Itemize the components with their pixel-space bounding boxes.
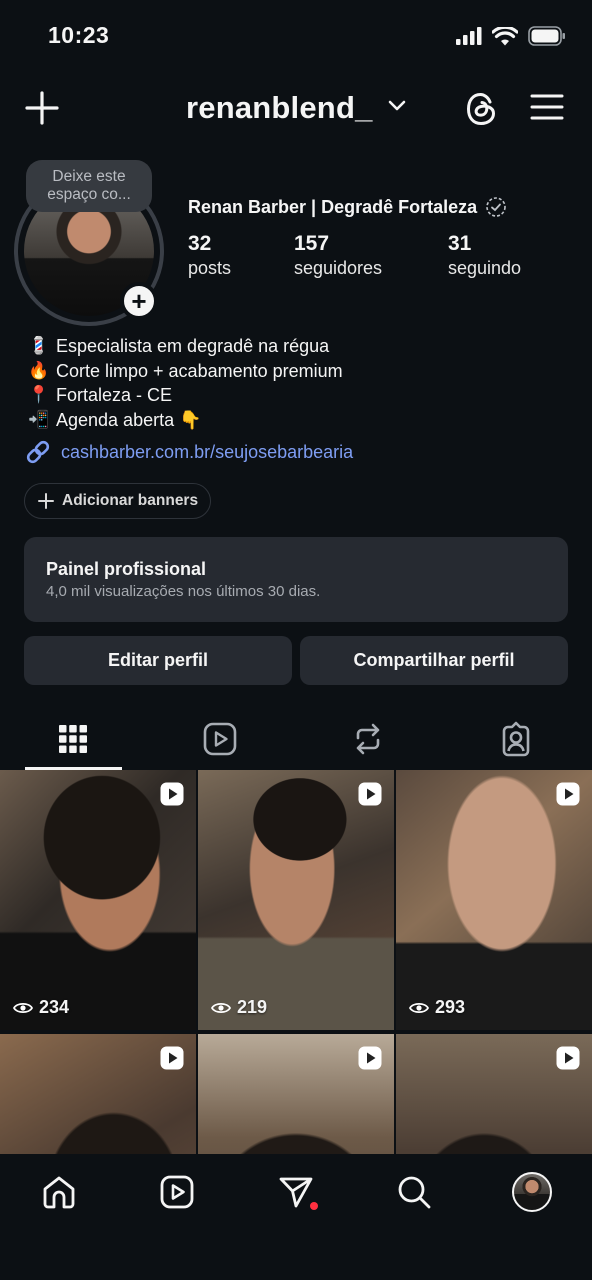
- tab-tagged[interactable]: [468, 710, 564, 768]
- bottom-nav: [0, 1154, 592, 1280]
- status-bar: 10:23: [0, 0, 592, 76]
- reel-indicator-icon: [556, 782, 580, 806]
- profile-link-text: cashbarber.com.br/seujosebarbearia: [61, 441, 354, 462]
- eye-icon: [409, 1002, 429, 1013]
- stat-posts-label: posts: [188, 258, 232, 278]
- add-banners-button[interactable]: Adicionar banners: [24, 483, 211, 519]
- bio-emoji: 🔥: [28, 360, 50, 380]
- grid-icon: [59, 725, 87, 753]
- note-bubble[interactable]: Deixe este espaço co...: [26, 160, 152, 212]
- post-views-count: 219: [237, 997, 268, 1017]
- plus-icon: [38, 493, 54, 509]
- bio-text: Agenda aberta 👇: [56, 409, 202, 430]
- status-time: 10:23: [48, 22, 110, 48]
- professional-dashboard[interactable]: Painel profissional 4,0 mil visualizaçõe…: [24, 537, 568, 622]
- direct-icon: [279, 1177, 313, 1208]
- menu-icon[interactable]: [530, 92, 564, 122]
- reposts-icon: [356, 723, 380, 755]
- notification-dot: [310, 1202, 318, 1210]
- bio-text: Corte limpo + acabamento premium: [56, 360, 343, 381]
- eye-icon: [13, 1002, 33, 1013]
- tab-reels[interactable]: [172, 710, 268, 768]
- verified-badge-icon: [486, 197, 506, 217]
- profile-bio: 💈 Especialista em degradê na régua 🔥 Corte…: [28, 334, 343, 433]
- stat-posts[interactable]: 32 posts: [188, 232, 231, 279]
- post-tile[interactable]: [0, 1034, 196, 1156]
- reel-indicator-icon: [556, 1046, 580, 1070]
- threads-icon[interactable]: [464, 90, 500, 128]
- post-tile[interactable]: [396, 1034, 592, 1156]
- create-plus-icon[interactable]: [24, 90, 60, 126]
- reel-indicator-icon: [160, 1046, 184, 1070]
- post-views: 219: [211, 997, 267, 1018]
- link-icon: [26, 440, 50, 464]
- post-views-count: 234: [39, 997, 70, 1017]
- dashboard-subtitle: 4,0 mil visualizações nos últimos 30 dia…: [46, 583, 321, 600]
- profile-tabs: [0, 710, 592, 770]
- bio-text: Fortaleza - CE: [56, 385, 173, 405]
- bio-emoji: 📲: [28, 409, 50, 429]
- tab-reposts[interactable]: [320, 710, 416, 768]
- nav-home[interactable]: [39, 1172, 79, 1212]
- display-name: Renan Barber | Degradê Fortaleza: [188, 196, 507, 218]
- post-photo: [198, 770, 394, 1030]
- bio-line: 🔥 Corte limpo + acabamento premium: [28, 359, 343, 384]
- stat-followers-value: 157: [294, 232, 330, 255]
- reel-indicator-icon: [358, 782, 382, 806]
- stat-following-value: 31: [448, 232, 472, 255]
- edit-profile-button[interactable]: Editar perfil: [24, 636, 292, 685]
- post-tile[interactable]: [198, 1034, 394, 1156]
- reel-indicator-icon: [358, 1046, 382, 1070]
- post-tile[interactable]: 219: [198, 770, 394, 1030]
- nav-search[interactable]: [394, 1172, 434, 1212]
- stat-posts-value: 32: [188, 232, 212, 255]
- post-tile[interactable]: 234: [0, 770, 196, 1030]
- tab-grid[interactable]: [25, 710, 121, 768]
- posts-grid: 234 219 293: [0, 770, 592, 1156]
- stat-followers-label: seguidores: [294, 258, 383, 278]
- post-photo: [0, 770, 196, 1030]
- post-views-count: 293: [435, 997, 466, 1017]
- add-story-icon[interactable]: +: [120, 282, 158, 320]
- bio-line: 💈 Especialista em degradê na régua: [28, 334, 343, 359]
- battery-icon: [528, 26, 565, 46]
- bio-emoji: 📍: [28, 385, 50, 404]
- profile-header: renanblend_: [0, 76, 592, 146]
- bio-line: 📍 Fortaleza - CE: [28, 383, 343, 408]
- bio-emoji: 💈: [28, 336, 50, 355]
- share-profile-button[interactable]: Compartilhar perfil: [300, 636, 568, 685]
- search-icon: [398, 1176, 431, 1209]
- wifi-icon: [492, 26, 518, 45]
- eye-icon: [211, 1002, 231, 1013]
- stat-following-label: seguindo: [448, 258, 522, 278]
- post-views: 293: [409, 997, 465, 1018]
- nav-direct[interactable]: [276, 1172, 318, 1212]
- reels-icon: [203, 722, 237, 756]
- tagged-icon: [502, 721, 530, 757]
- post-photo: [396, 770, 592, 1030]
- add-banners-label: Adicionar banners: [62, 492, 199, 509]
- username-switcher[interactable]: renanblend_: [186, 90, 373, 126]
- chevron-down-icon[interactable]: [388, 100, 406, 112]
- nav-profile[interactable]: [512, 1172, 552, 1212]
- stat-following[interactable]: 31 seguindo: [448, 232, 521, 279]
- profile-avatar-icon: [512, 1172, 552, 1212]
- profile-link[interactable]: cashbarber.com.br/seujosebarbearia: [24, 438, 353, 466]
- status-icons: [456, 26, 566, 46]
- reels-icon: [160, 1175, 194, 1209]
- nav-reels[interactable]: [157, 1172, 197, 1212]
- reel-indicator-icon: [160, 782, 184, 806]
- dashboard-title: Painel profissional: [46, 559, 207, 579]
- post-views: 234: [13, 997, 69, 1018]
- bio-line: 📲 Agenda aberta 👇: [28, 408, 343, 433]
- display-name-text: Renan Barber | Degradê Fortaleza: [188, 196, 478, 217]
- bio-text: Especialista em degradê na régua: [56, 336, 330, 356]
- post-tile[interactable]: 293: [396, 770, 592, 1030]
- stat-followers[interactable]: 157 seguidores: [294, 232, 382, 279]
- home-icon: [43, 1176, 75, 1209]
- signal-icon: [456, 27, 482, 45]
